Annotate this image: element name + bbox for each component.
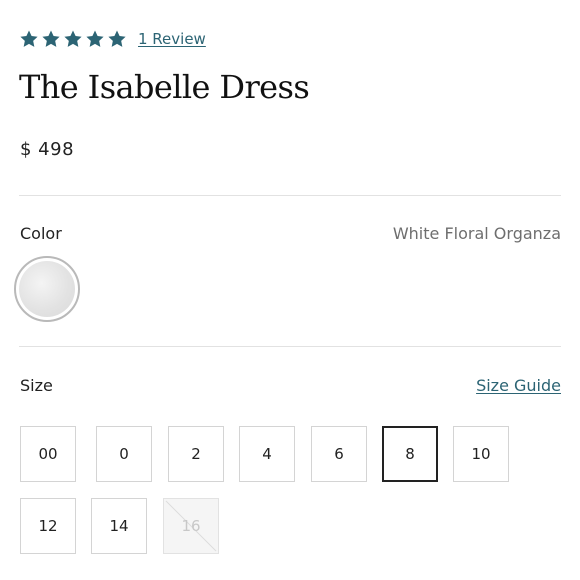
size-option-label: 16: [181, 517, 201, 535]
size-option-label: 6: [334, 445, 344, 463]
size-option-14[interactable]: 14: [91, 498, 147, 554]
size-option-12[interactable]: 12: [20, 498, 76, 554]
floral-swatch-icon: [19, 261, 75, 317]
star-icon: [108, 30, 126, 47]
selected-color-name: White Floral Organza: [392, 224, 561, 243]
size-option-label: 10: [471, 445, 491, 463]
star-rating: [19, 29, 127, 49]
size-option-0[interactable]: 0: [96, 426, 152, 482]
product-price: $ 498: [20, 139, 75, 160]
size-option-label: 8: [405, 445, 415, 463]
star-icon: [64, 30, 82, 47]
size-option-00[interactable]: 00: [20, 426, 76, 482]
size-option-label: 14: [109, 517, 129, 535]
size-option-label: 00: [38, 445, 58, 463]
size-option-label: 0: [119, 445, 129, 463]
rating-row: 1 Review: [19, 29, 206, 49]
color-label: Color: [20, 224, 62, 243]
size-option-label: 4: [262, 445, 272, 463]
size-option-label: 12: [38, 517, 58, 535]
reviews-link[interactable]: 1 Review: [138, 30, 206, 48]
size-option-2[interactable]: 2: [168, 426, 224, 482]
divider: [19, 195, 561, 196]
divider: [19, 346, 561, 347]
size-guide-link[interactable]: Size Guide: [476, 376, 561, 395]
star-icon: [42, 30, 60, 47]
size-label: Size: [20, 376, 53, 395]
color-swatch-white-floral-organza[interactable]: [14, 256, 80, 322]
star-icon: [86, 30, 104, 47]
size-option-16-unavailable[interactable]: 16: [163, 498, 219, 554]
product-title: The Isabelle Dress: [19, 68, 310, 106]
size-option-10[interactable]: 10: [453, 426, 509, 482]
size-option-6[interactable]: 6: [311, 426, 367, 482]
size-option-label: 2: [191, 445, 201, 463]
star-icon: [20, 30, 38, 47]
size-option-4[interactable]: 4: [239, 426, 295, 482]
size-option-8[interactable]: 8: [382, 426, 438, 482]
